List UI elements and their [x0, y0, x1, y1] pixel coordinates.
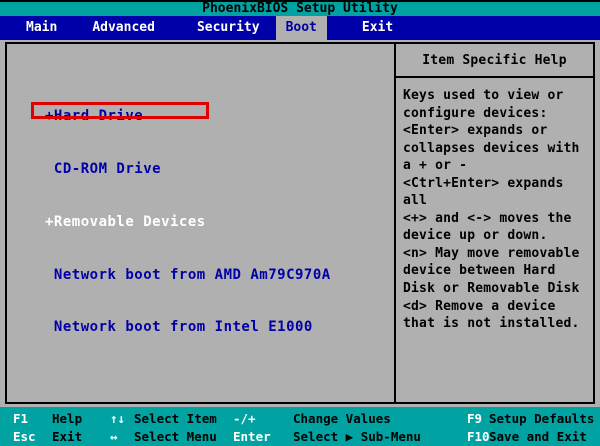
help-panel-title: Item Specific Help: [396, 44, 593, 78]
key-hint-row-2: Esc Exit ↔ Select Menu Enter Select ▶ Su…: [0, 428, 600, 446]
label-setup-defaults: Setup Defaults: [489, 411, 595, 426]
boot-order-panel: +Hard Drive CD-ROM Drive +Removable Devi…: [5, 42, 396, 404]
boot-device-list: +Hard Drive CD-ROM Drive +Removable Devi…: [7, 44, 394, 390]
tab-boot-active[interactable]: Boot: [275, 16, 327, 40]
tab-exit[interactable]: Exit: [362, 16, 393, 40]
page-title: PhoenixBIOS Setup Utility: [202, 1, 398, 16]
main-area: +Hard Drive CD-ROM Drive +Removable Devi…: [0, 40, 600, 407]
item-specific-help-panel: Item Specific Help Keys used to view or …: [394, 42, 595, 404]
tab-advanced[interactable]: Advanced: [92, 16, 155, 40]
label-change-values: Change Values: [293, 411, 391, 426]
tab-main[interactable]: Main: [26, 16, 57, 40]
label-help: Help: [52, 411, 83, 426]
left-right-arrows-icon: ↔: [110, 429, 118, 444]
label-select-menu: Select Menu: [134, 429, 217, 444]
key-hint-bar: F1 Help ↑↓ Select Item -/+ Change Values…: [0, 407, 600, 446]
boot-item-removable-devices-selected[interactable]: +Removable Devices: [45, 214, 394, 232]
tab-security[interactable]: Security: [197, 16, 260, 40]
up-down-arrows-icon: ↑↓: [110, 411, 126, 426]
bios-setup-screen: PhoenixBIOS Setup Utility Main Advanced …: [0, 0, 600, 446]
title-bar: PhoenixBIOS Setup Utility: [0, 0, 600, 16]
key-esc: Esc: [13, 429, 36, 444]
key-minus-plus: -/+: [233, 411, 256, 426]
label-exit: Exit: [52, 429, 83, 444]
key-f10: F10: [467, 429, 490, 444]
help-panel-text: Keys used to view or configure devices: …: [403, 88, 580, 332]
boot-item-hard-drive[interactable]: +Hard Drive: [45, 108, 394, 126]
key-enter: Enter: [233, 429, 271, 444]
label-save-and-exit: Save and Exit: [489, 429, 587, 444]
label-select-item: Select Item: [134, 411, 217, 426]
menu-bar: Main Advanced Security Boot Exit: [0, 16, 600, 40]
key-hint-row-1: F1 Help ↑↓ Select Item -/+ Change Values…: [0, 410, 600, 428]
key-f1: F1: [13, 411, 29, 426]
boot-item-network-amd[interactable]: Network boot from AMD Am79C970A: [45, 267, 394, 285]
boot-item-network-intel[interactable]: Network boot from Intel E1000: [45, 319, 394, 337]
key-f9: F9: [467, 411, 483, 426]
boot-item-cdrom-drive[interactable]: CD-ROM Drive: [45, 161, 394, 179]
label-select-sub-menu: Select ▶ Sub-Menu: [293, 429, 421, 444]
